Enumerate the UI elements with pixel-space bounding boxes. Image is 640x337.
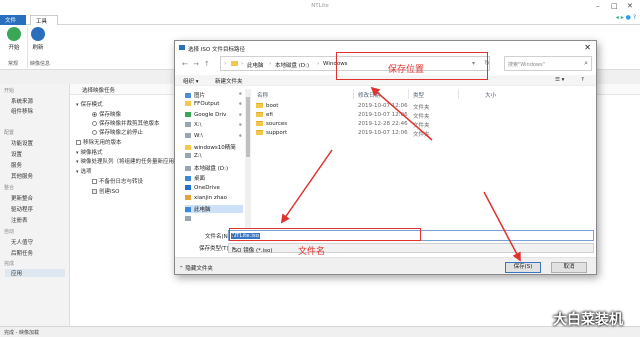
arrow-to-address-bar (370, 86, 433, 141)
watermark: 大白菜装机 (553, 312, 623, 328)
arrow-to-filename (280, 149, 333, 224)
arrow-to-save-button (483, 191, 521, 262)
annotation-arrows (280, 86, 521, 262)
